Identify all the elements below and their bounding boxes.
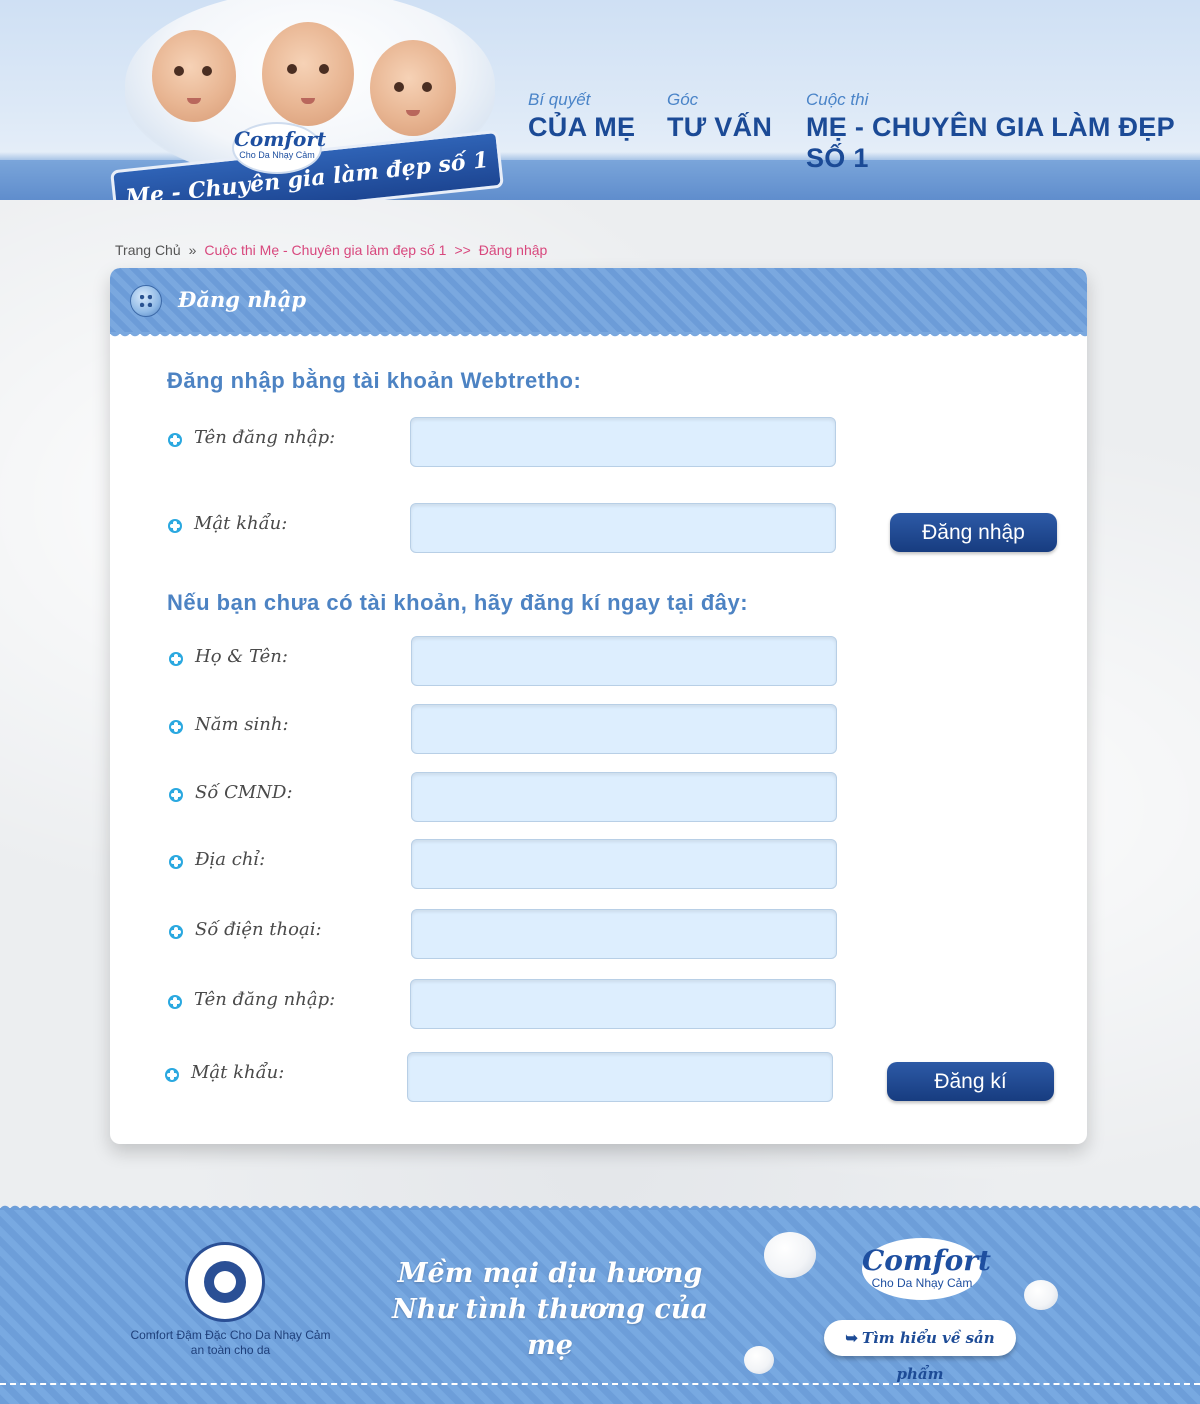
- register-username-label: Tên đăng nhập:: [168, 989, 336, 1010]
- login-card: Đăng nhập Đăng nhập bằng tài khoản Webtr…: [110, 268, 1087, 1144]
- dermatology-seal-logo: [185, 1242, 265, 1322]
- card-title: Đăng nhập: [178, 287, 307, 312]
- breadcrumb-current: Đăng nhập: [478, 242, 548, 258]
- arrow-right-icon: ➥: [845, 1329, 858, 1347]
- field-label-text: Tên đăng nhập:: [194, 989, 336, 1010]
- register-phone-label: Số điện thoại:: [169, 919, 322, 940]
- field-label-text: Mật khẩu:: [191, 1062, 285, 1083]
- nav-cuoc-thi[interactable]: Cuộc thi MẸ - CHUYÊN GIA LÀM ĐẸP SỐ 1: [806, 90, 1200, 174]
- register-fullname-label: Họ & Tên:: [169, 646, 288, 667]
- login-heading: Đăng nhập bằng tài khoản Webtretho:: [167, 368, 582, 393]
- footer-dashed-divider: [0, 1383, 1200, 1385]
- bullet-icon: [168, 433, 182, 447]
- bullet-icon: [169, 652, 183, 666]
- bullet-icon: [165, 1068, 179, 1082]
- field-label-text: Số điện thoại:: [195, 919, 322, 940]
- login-password-input[interactable]: [410, 503, 836, 553]
- nav-goc-tu-van[interactable]: Góc TƯ VẤN: [667, 90, 772, 143]
- baby-image-center: [262, 22, 354, 126]
- login-password-label: Mật khẩu:: [168, 513, 288, 534]
- nav-big-label: TƯ VẤN: [667, 112, 773, 142]
- field-label-text: Tên đăng nhập:: [194, 427, 336, 448]
- register-address-label: Địa chỉ:: [169, 849, 266, 870]
- login-username-input[interactable]: [410, 417, 836, 467]
- bullet-icon: [169, 855, 183, 869]
- register-address-input[interactable]: [411, 839, 837, 889]
- bullet-icon: [169, 925, 183, 939]
- breadcrumb-contest[interactable]: Cuộc thi Mẹ - Chuyên gia làm đẹp số 1: [204, 242, 446, 258]
- footer-slogan: Mềm mại dịu hương Như tình thương của mẹ: [380, 1256, 720, 1364]
- slogan-line1: Mềm mại dịu hương: [397, 1258, 703, 1289]
- nav-small-label: Bí quyết: [528, 90, 591, 109]
- register-button[interactable]: Đăng kí: [887, 1062, 1054, 1101]
- nav-big-label: MẸ - CHUYÊN GIA LÀM ĐẸP SỐ 1: [806, 112, 1175, 173]
- register-phone-input[interactable]: [411, 909, 837, 959]
- register-birthyear-label: Năm sinh:: [169, 714, 289, 735]
- comfort-logo[interactable]: Comfort Cho Da Nhạy Cảm: [232, 122, 327, 174]
- learn-more-label: Tìm hiểu về sản phẩm: [861, 1329, 995, 1383]
- footer-logo-sub: Cho Da Nhạy Cảm: [871, 1276, 973, 1290]
- register-password-label: Mật khẩu:: [165, 1062, 285, 1083]
- field-label-text: Năm sinh:: [195, 714, 289, 735]
- comfort-logo-sub: Cho Da Nhạy Cảm: [239, 150, 315, 160]
- breadcrumb: Trang Chủ » Cuộc thi Mẹ - Chuyên gia làm đ…: [115, 242, 547, 258]
- learn-more-button[interactable]: ➥ Tìm hiểu về sản phẩm: [824, 1320, 1016, 1383]
- footer-logo-text: Comfort: [862, 1244, 991, 1277]
- card-header: Đăng nhập: [110, 268, 1087, 340]
- register-fullname-input[interactable]: [411, 636, 837, 686]
- field-label-text: Họ & Tên:: [195, 646, 288, 667]
- nav-small-label: Cuộc thi: [806, 90, 869, 109]
- field-label-text: Số CMND:: [195, 782, 293, 803]
- cotton-flower-image: [1024, 1280, 1058, 1310]
- cotton-flower-image: [764, 1232, 816, 1278]
- breadcrumb-home[interactable]: Trang Chủ: [115, 242, 181, 258]
- seal-caption-line2: an toàn cho da: [190, 1343, 271, 1357]
- bullet-icon: [169, 788, 183, 802]
- site-header: Mẹ - Chuyên gia làm đẹp số 1 Comfort Cho…: [0, 0, 1200, 200]
- bullet-icon: [169, 720, 183, 734]
- site-footer: Comfort Đậm Đặc Cho Da Nhạy Cảm an toàn …: [0, 1202, 1200, 1404]
- field-label-text: Mật khẩu:: [194, 513, 288, 534]
- register-birthyear-input[interactable]: [411, 704, 837, 754]
- nav-small-label: Góc: [667, 90, 699, 109]
- register-heading: Nếu bạn chưa có tài khoản, hãy đăng kí n…: [167, 590, 749, 615]
- comfort-logo-text: Comfort: [234, 127, 327, 151]
- cotton-flower-image: [744, 1346, 774, 1374]
- seal-caption: Comfort Đậm Đặc Cho Da Nhạy Cảm an toàn …: [128, 1328, 333, 1358]
- register-idcard-input[interactable]: [411, 772, 837, 822]
- register-password-input[interactable]: [407, 1052, 833, 1102]
- login-username-label: Tên đăng nhập:: [168, 427, 336, 448]
- nav-bi-quyet-cua-me[interactable]: Bí quyết CỦA MẸ: [528, 90, 635, 143]
- register-idcard-label: Số CMND:: [169, 782, 293, 803]
- bullet-icon: [168, 995, 182, 1009]
- nav-big-label: CỦA MẸ: [528, 112, 636, 142]
- register-username-input[interactable]: [410, 979, 836, 1029]
- footer-comfort-logo[interactable]: Comfort Cho Da Nhạy Cảm: [862, 1238, 991, 1300]
- breadcrumb-separator: »: [188, 242, 197, 258]
- slogan-line2: Như tình thương của mẹ: [392, 1294, 708, 1361]
- field-label-text: Địa chỉ:: [195, 849, 266, 870]
- login-button[interactable]: Đăng nhập: [890, 513, 1057, 552]
- bullet-icon: [168, 519, 182, 533]
- sewing-button-icon: [130, 285, 162, 317]
- baby-image-right: [370, 40, 456, 136]
- breadcrumb-separator: >>: [454, 242, 471, 258]
- baby-image-left: [152, 30, 236, 122]
- seal-caption-line1: Comfort Đậm Đặc Cho Da Nhạy Cảm: [130, 1328, 331, 1342]
